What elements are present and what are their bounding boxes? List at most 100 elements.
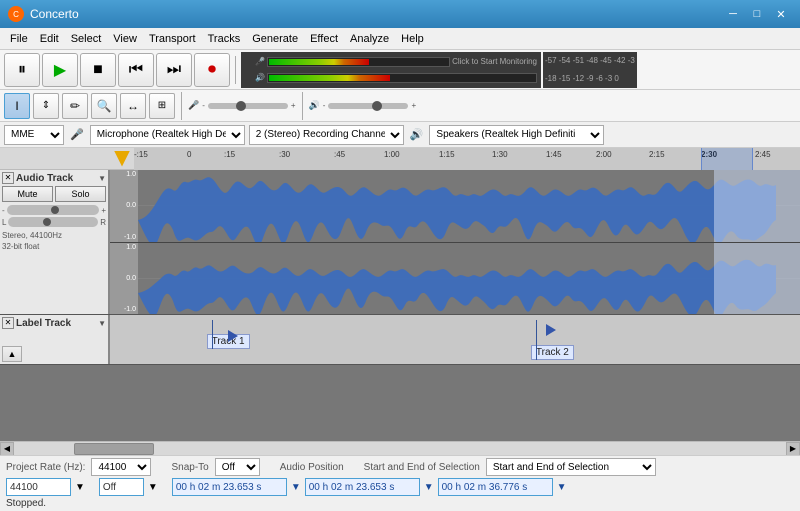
track-name-label: Audio Track <box>14 173 98 184</box>
scroll-left-button[interactable]: ◀ <box>0 442 14 456</box>
tracks-container: ✕ Audio Track ▼ Mute Solo - + L <box>0 170 800 441</box>
menu-file[interactable]: File <box>4 31 34 47</box>
project-rate-input[interactable] <box>6 478 71 496</box>
label-track-controls: ✕ Label Track ▼ ▲ <box>0 315 110 364</box>
track-close-button[interactable]: ✕ <box>2 172 14 184</box>
timeline-ruler: -:15 0 :15 :30 :45 1:00 1:15 1:30 1:45 2… <box>0 148 800 170</box>
snap-triangle[interactable] <box>114 151 130 167</box>
label-track-content[interactable]: Track 1 Track 2 <box>110 315 800 364</box>
label-up-button[interactable]: ▲ <box>2 346 22 362</box>
timeshift-tool-button[interactable]: ↔ <box>120 93 146 119</box>
status-controls-row: Project Rate (Hz): 44100 Snap-To Off Aud… <box>6 458 794 476</box>
project-rate-label: Project Rate (Hz): <box>6 462 85 473</box>
maximize-button[interactable]: □ <box>746 5 768 23</box>
menu-analyze[interactable]: Analyze <box>344 31 395 47</box>
pan-slider[interactable] <box>8 217 98 227</box>
channels-select[interactable]: 2 (Stereo) Recording Channels <box>249 125 404 145</box>
menu-effect[interactable]: Effect <box>304 31 344 47</box>
close-button[interactable]: ✕ <box>770 5 792 23</box>
scale-top2: 1.0 <box>112 244 136 251</box>
scale-top1: 1.0 <box>112 171 136 178</box>
menu-view[interactable]: View <box>107 31 143 47</box>
selection-highlight-2 <box>714 243 800 315</box>
separator2 <box>181 92 182 120</box>
gain-slider[interactable] <box>7 205 100 215</box>
channel1-scale: 1.0 0.0 -1.0 <box>110 170 138 242</box>
selection-type-select[interactable]: Start and End of Selection <box>486 458 656 476</box>
stopped-label: Stopped. <box>6 498 46 509</box>
tools-toolbar: I ⇕ ✏ 🔍 ↔ ⊞ 🎤 - + 🔊 - + <box>0 90 800 122</box>
status-bar: Project Rate (Hz): 44100 Snap-To Off Aud… <box>0 455 800 511</box>
scale-mid2: 0.0 <box>112 275 136 282</box>
mute-solo-row: Mute Solo <box>2 186 106 202</box>
menu-generate[interactable]: Generate <box>246 31 304 47</box>
selection-tool-button[interactable]: I <box>4 93 30 119</box>
label-track: ✕ Label Track ▼ ▲ Track 1 <box>0 315 800 365</box>
transport-toolbar: ⏸ ▶ ■ ⏮ ⏭ ⏺ 🎤 Click to Start Monitoring … <box>0 50 800 90</box>
separator <box>235 56 236 84</box>
driver-select[interactable]: MME <box>4 125 64 145</box>
draw-tool-button[interactable]: ✏ <box>62 93 88 119</box>
zoom-tool-button[interactable]: 🔍 <box>91 93 117 119</box>
separator3 <box>302 92 303 120</box>
menu-select[interactable]: Select <box>65 31 108 47</box>
output-device-select[interactable]: Speakers (Realtek High Definiti <box>429 125 604 145</box>
envelope-tool-button[interactable]: ⇕ <box>33 93 59 119</box>
record-button[interactable]: ⏺ <box>194 53 230 87</box>
channel2-scale: 1.0 0.0 -1.0 <box>110 243 138 315</box>
label-track-close-button[interactable]: ✕ <box>2 317 14 329</box>
skip-end-button[interactable]: ⏭ <box>156 53 192 87</box>
scroll-right-button[interactable]: ▶ <box>786 442 800 456</box>
label-track-name: Label Track <box>14 318 98 329</box>
scale-bot2: -1.0 <box>112 306 136 313</box>
selection-label: Start and End of Selection <box>364 462 480 473</box>
channel2-waveform[interactable] <box>138 243 800 315</box>
selection-highlight-1 <box>714 170 800 242</box>
sel-end-input[interactable] <box>438 478 553 496</box>
solo-button[interactable]: Solo <box>55 186 106 202</box>
label-track-header: ✕ Label Track ▼ <box>2 317 106 329</box>
gain-row: - + <box>2 205 106 215</box>
project-rate-select[interactable]: 44100 <box>91 458 151 476</box>
multi-tool-button[interactable]: ⊞ <box>149 93 175 119</box>
waveform-svg-1 <box>138 170 800 242</box>
audio-pos-label: Audio Position <box>280 462 344 473</box>
stop-button[interactable]: ■ <box>80 53 116 87</box>
track-info: Stereo, 44100Hz 32-bit float <box>2 230 106 252</box>
skip-start-button[interactable]: ⏮ <box>118 53 154 87</box>
pan-row: L R <box>2 217 106 227</box>
app-title: Concerto <box>30 7 79 21</box>
menu-help[interactable]: Help <box>395 31 430 47</box>
label-item-1: Track 1 <box>207 320 250 349</box>
label-track-menu-button[interactable]: ▼ <box>98 319 106 328</box>
track-bit-label: 32-bit float <box>2 241 106 252</box>
mute-button[interactable]: Mute <box>2 186 53 202</box>
snap-to-input[interactable] <box>99 478 144 496</box>
status-text: Stopped. <box>6 498 794 509</box>
minimize-button[interactable]: ─ <box>722 5 744 23</box>
gain-minus: - <box>2 206 5 215</box>
label-2-text: Track 2 <box>531 345 574 360</box>
snap-to-select[interactable]: Off <box>215 458 260 476</box>
device-toolbar: MME 🎤 Microphone (Realtek High Defi 2 (S… <box>0 122 800 148</box>
gain-plus: + <box>101 206 106 215</box>
scale-mid1: 0.0 <box>112 202 136 209</box>
app-icon: C <box>8 6 24 22</box>
sel-start-input[interactable] <box>305 478 420 496</box>
pause-button[interactable]: ⏸ <box>4 53 40 87</box>
scroll-thumb[interactable] <box>74 443 154 455</box>
menu-transport[interactable]: Transport <box>143 31 202 47</box>
horizontal-scrollbar: ◀ ▶ <box>0 441 800 455</box>
window-controls: ─ □ ✕ <box>722 5 792 23</box>
track-menu-button[interactable]: ▼ <box>98 174 106 183</box>
waveform-svg-2 <box>138 243 800 315</box>
menu-edit[interactable]: Edit <box>34 31 65 47</box>
play-button[interactable]: ▶ <box>42 53 78 87</box>
snap-to-label: Snap-To <box>171 462 208 473</box>
menu-tracks[interactable]: Tracks <box>202 31 247 47</box>
input-device-select[interactable]: Microphone (Realtek High Defi <box>90 125 245 145</box>
main-content: ✕ Audio Track ▼ Mute Solo - + L <box>0 170 800 455</box>
channel1-waveform[interactable] <box>138 170 800 242</box>
audio-position-input[interactable] <box>172 478 287 496</box>
scale-bot1: -1.0 <box>112 234 136 241</box>
